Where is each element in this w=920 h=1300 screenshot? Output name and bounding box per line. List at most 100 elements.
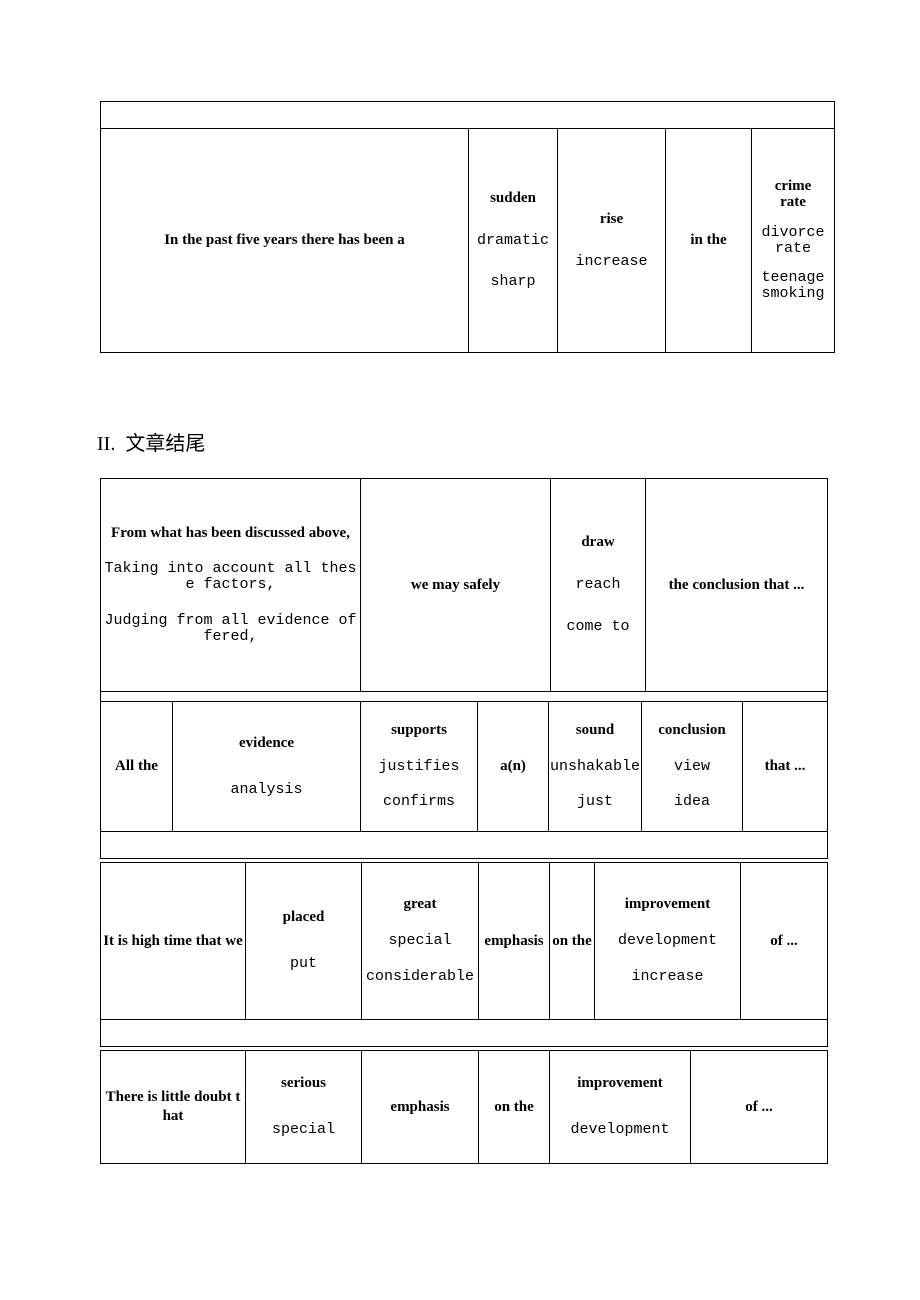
option-1: placed xyxy=(282,909,325,926)
cell-verb-options: placed put xyxy=(245,862,362,1020)
option-gap xyxy=(595,913,740,933)
option-2: special xyxy=(271,1121,335,1138)
cell-object-options: improvement development increase xyxy=(594,862,741,1020)
option-gap xyxy=(752,211,834,225)
table-spacer-row xyxy=(99,101,836,129)
little-doubt-pattern-table: There is little doubt that serious speci… xyxy=(100,1050,828,1164)
cell-tail: of ... xyxy=(690,1050,828,1164)
cell-preposition: on the xyxy=(478,1050,550,1164)
lead-text: It is high time that we xyxy=(103,932,243,949)
option-gap xyxy=(549,774,641,794)
option-3-line-2: smoking xyxy=(761,285,825,302)
option-2: justifies xyxy=(378,757,460,775)
option-gap xyxy=(551,593,645,619)
cell-lead: In the past five years there has been a xyxy=(100,128,469,353)
cell-article: a(n) xyxy=(477,701,549,832)
tail-text: of ... xyxy=(745,1098,773,1115)
option-1: From what has been discussed above, xyxy=(111,524,350,541)
cell-noun-options: conclusion view idea xyxy=(641,701,743,832)
option-gap xyxy=(361,774,477,794)
option-3: sharp xyxy=(490,273,536,291)
cell-topic-options: crime rate divorce rate teenage smoking xyxy=(750,128,836,353)
option-stack: From what has been discussed above, Taki… xyxy=(101,524,360,647)
cell-noun: emphasis xyxy=(361,1050,479,1164)
option-2: analysis xyxy=(230,780,303,798)
option-gap xyxy=(642,774,742,794)
option-3: idea xyxy=(673,793,710,811)
option-gap xyxy=(549,739,641,759)
option-3: come to xyxy=(566,617,630,635)
option-3: just xyxy=(576,793,613,811)
option-1: conclusion xyxy=(658,721,726,738)
option-gap xyxy=(752,256,834,270)
option-3: Judging from all evidence offered, xyxy=(104,611,357,645)
cell-preposition: on the xyxy=(549,862,595,1020)
option-gap xyxy=(362,913,478,933)
preposition-text: on the xyxy=(552,932,592,949)
object-text: the conclusion that ... xyxy=(668,576,805,593)
lead-text: In the past five years there has been a xyxy=(164,232,405,249)
option-stack: placed put xyxy=(246,908,361,974)
table-row: All the evidence analysis supports justi… xyxy=(100,701,828,832)
option-stack: sound unshakable just xyxy=(549,721,641,812)
option-2: Taking into account all these factors, xyxy=(104,560,357,594)
document-page: In the past five years there has been a … xyxy=(0,0,920,1300)
cell-verb-options: supports justifies confirms xyxy=(360,701,478,832)
option-gap xyxy=(469,248,557,274)
cell-object: the conclusion that ... xyxy=(645,478,828,692)
option-stack: conclusion view idea xyxy=(642,721,742,812)
option-1: improvement xyxy=(577,1075,663,1092)
lead-text: All the xyxy=(115,758,158,775)
section-heading-2: II. 文章结尾 xyxy=(97,433,206,455)
option-2-line-2: rate xyxy=(775,239,812,257)
option-stack: sudden dramatic sharp xyxy=(469,189,557,292)
cell-noun-options: rise increase xyxy=(557,128,666,353)
table-row: There is little doubt that serious speci… xyxy=(100,1050,828,1164)
cell-preposition: in the xyxy=(665,128,752,353)
option-stack: evidence analysis xyxy=(173,734,360,800)
cell-adjective-options: serious special xyxy=(245,1050,362,1164)
high-time-pattern-table: It is high time that we placed put great… xyxy=(100,862,828,1047)
conclusion-pattern-table: From what has been discussed above, Taki… xyxy=(100,478,828,719)
option-2: increase xyxy=(575,252,648,270)
article-text: a(n) xyxy=(500,758,526,775)
option-2: unshakable xyxy=(549,757,640,775)
option-1: sudden xyxy=(490,189,536,206)
option-stack: improvement development xyxy=(550,1074,690,1140)
option-stack: draw reach come to xyxy=(551,533,645,636)
option-2: development xyxy=(617,932,718,950)
cell-modal: we may safely xyxy=(360,478,551,692)
table-row: It is high time that we placed put great… xyxy=(100,862,828,1020)
option-gap xyxy=(558,228,665,254)
option-gap xyxy=(246,926,361,956)
cell-lead-options: From what has been discussed above, Taki… xyxy=(100,478,361,692)
option-gap xyxy=(101,541,360,561)
preposition-text: in the xyxy=(690,232,727,249)
option-1: improvement xyxy=(624,896,711,913)
option-gap xyxy=(550,1092,690,1122)
option-stack: serious special xyxy=(246,1074,361,1140)
cell-object-options: improvement development xyxy=(549,1050,691,1164)
option-gap xyxy=(595,949,740,969)
option-stack: improvement development increase xyxy=(595,895,740,986)
option-stack: crime rate divorce rate teenage smoking xyxy=(752,177,834,304)
option-2: development xyxy=(570,1121,670,1138)
opening-pattern-table: In the past five years there has been a … xyxy=(99,101,836,353)
option-gap xyxy=(361,739,477,759)
spacer-cell xyxy=(100,831,828,859)
cell-adjective-options: great special considerable xyxy=(361,862,479,1020)
option-gap xyxy=(642,739,742,759)
cell-verb-options: draw reach come to xyxy=(550,478,646,692)
option-gap xyxy=(246,1092,361,1122)
lead-text: There is little doubt that xyxy=(105,1089,241,1124)
cell-lead: It is high time that we xyxy=(100,862,246,1020)
option-1: rise xyxy=(599,210,624,227)
preposition-text: on the xyxy=(494,1098,534,1115)
option-stack: supports justifies confirms xyxy=(361,721,477,812)
option-3-line-1: teenage xyxy=(761,269,825,287)
tail-text: of ... xyxy=(770,932,798,949)
option-3: increase xyxy=(631,967,704,985)
option-2: put xyxy=(289,955,317,972)
cell-adjective-options: sound unshakable just xyxy=(548,701,642,832)
cell-adjective-options: sudden dramatic sharp xyxy=(468,128,558,353)
